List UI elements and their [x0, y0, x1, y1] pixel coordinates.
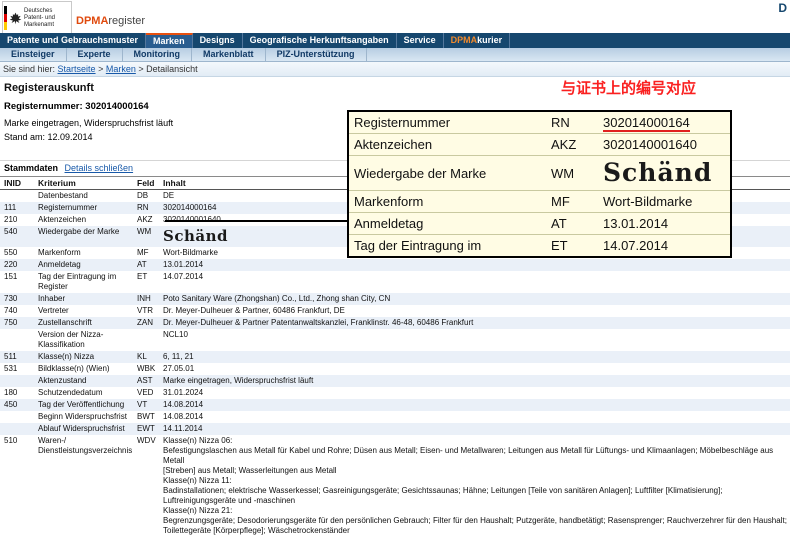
table-row-450: 450 Tag der Veröffentlichung VT 14.08.2014: [0, 399, 790, 411]
primary-nav: Patente und Gebrauchsmuster Marken Designs…: [0, 33, 790, 48]
callout-row-markenform: Markenform MF Wort-Bildmarke: [349, 191, 730, 213]
federal-eagle-icon: [9, 12, 22, 24]
callout-row-tag-der-eintragung-im: Tag der Eintragung im ET 14.07.2014: [349, 235, 730, 256]
logo-line-1: Deutsches: [24, 7, 53, 14]
table-row-version-der-nizza-klassifikation: Version der Nizza-Klassifikation NCL10: [38, 330, 188, 349]
col-feld: Feld: [137, 178, 155, 188]
breadcrumb-items: Startseite > Marken > Detailansicht: [57, 64, 198, 74]
top-right-text: D: [778, 1, 787, 15]
nav2-item-monitoring[interactable]: Monitoring: [123, 48, 193, 61]
col-inid: INID: [4, 178, 21, 188]
table-row-531: 531 Bildklasse(n) (Wien) WBK 27.05.01: [4, 364, 195, 373]
brand-title: DPMAregister: [76, 15, 145, 27]
registernummer-line: Registernummer: 302014000164: [4, 101, 149, 112]
breadcrumb-prefix: Sie sind hier:: [3, 64, 58, 74]
german-flag-stripe: [4, 6, 7, 30]
nav-tab-marken[interactable]: Marken: [146, 33, 193, 48]
zoom-callout-box: Registernummer RN 302014000164 Aktenzeichen…: [347, 110, 732, 258]
table-row-beginn-widerspruchsfrist: Beginn Widerspruchsfrist BWT 14.08.2014: [38, 412, 204, 421]
chinese-annotation: 与证书上的编号对应: [561, 79, 697, 97]
nav2-item-piz-unterst-tzung[interactable]: PIZ-Unterstützung: [266, 48, 367, 61]
table-row-730: 730 Inhaber INH Poto Sanitary Ware (Zhongsh…: [0, 293, 790, 305]
nav2-item-markenblatt[interactable]: Markenblatt: [192, 48, 266, 61]
crumb-detailansicht: Detailansicht: [146, 64, 198, 74]
dpma-logo[interactable]: Deutsches Patent- und Markenamt: [2, 1, 72, 35]
nav-tab-patente-und-gebrauchsmuster[interactable]: Patente und Gebrauchsmuster: [0, 33, 147, 48]
table-row-750: 750 Zustellanschrift ZAN Dr. Meyer-Dulheuer…: [0, 317, 790, 329]
stammdaten-label: Stammdaten: [4, 163, 59, 173]
nav2-item-einsteiger[interactable]: Einsteiger: [0, 48, 67, 61]
col-kriterium: Kriterium: [38, 178, 76, 188]
nav-tab-dpmakurier[interactable]: DPMAkurier: [444, 33, 511, 48]
page-title: Registerauskunft: [4, 82, 94, 94]
app-header: Deutsches Patent- und Markenamt DPMAregi…: [0, 0, 790, 35]
table-row-ablauf-widerspruchsfrist: Ablauf Widerspruchsfrist EWT 14.11.2014: [0, 423, 790, 435]
table-row-180: 180 Schutzendedatum VED 31.01.2024: [4, 388, 204, 397]
table-row-511: 511 Klasse(n) Nizza KL 6, 11, 21: [0, 351, 790, 363]
callout-table: Registernummer RN 302014000164 Aktenzeichen…: [349, 112, 730, 256]
table-row-510: 510 Waren-/ Dienstleistungsverzeichnis WDV…: [4, 436, 787, 535]
brand-dpma: DPMA: [76, 15, 109, 27]
table-row-740: 740 Vertreter VTR Dr. Meyer-Dulheuer & Part…: [4, 306, 345, 315]
callout-row-registernummer: Registernummer RN 302014000164: [349, 112, 730, 134]
callout-row-aktenzeichen: Aktenzeichen AKZ 3020140001640: [349, 134, 730, 156]
details-toggle-link[interactable]: Details schließen: [65, 163, 134, 173]
nav2-item-experte[interactable]: Experte: [67, 48, 123, 61]
nav-tab-designs[interactable]: Designs: [193, 33, 243, 48]
breadcrumb: Sie sind hier: Startseite > Marken > Det…: [0, 62, 790, 77]
secondary-nav: Einsteiger Experte Monitoring Markenblatt PI…: [0, 48, 790, 62]
table-row-aktenzustand: Aktenzustand AST Marke eingetragen, Widers…: [0, 375, 790, 387]
callout-row-wiedergabe-der-marke: Wiedergabe der Marke WM Schänd: [349, 156, 730, 191]
table-row-220: 220 Anmeldetag AT 13.01.2014: [0, 259, 790, 271]
register-summary: Registerauskunft Registernummer: 3020140…: [4, 82, 173, 142]
dpma-register-page: Deutsches Patent- und Markenamt DPMAregi…: [0, 0, 790, 544]
annotation-connector-line: [165, 220, 347, 222]
logo-text: Deutsches Patent- und Markenamt: [24, 8, 70, 29]
brand-register: register: [108, 15, 146, 27]
nav-tab-geografische-herkunftsangaben[interactable]: Geografische Herkunftsangaben: [243, 33, 397, 48]
trademark-wordmark: Schänd: [603, 158, 713, 187]
callout-row-anmeldetag: Anmeldetag AT 13.01.2014: [349, 213, 730, 235]
stand-line: Stand am: 12.09.2014: [4, 132, 93, 142]
status-line: Marke eingetragen, Widerspruchsfrist läu…: [4, 118, 174, 128]
table-row-151: 151 Tag der Eintragung im Register ET 14.07…: [4, 272, 204, 291]
crumb-startseite[interactable]: Startseite: [58, 64, 96, 74]
nav-tab-service[interactable]: Service: [397, 33, 444, 48]
crumb-marken[interactable]: Marken: [106, 64, 136, 74]
logo-line-2: Patent- und Markenamt: [24, 14, 56, 28]
